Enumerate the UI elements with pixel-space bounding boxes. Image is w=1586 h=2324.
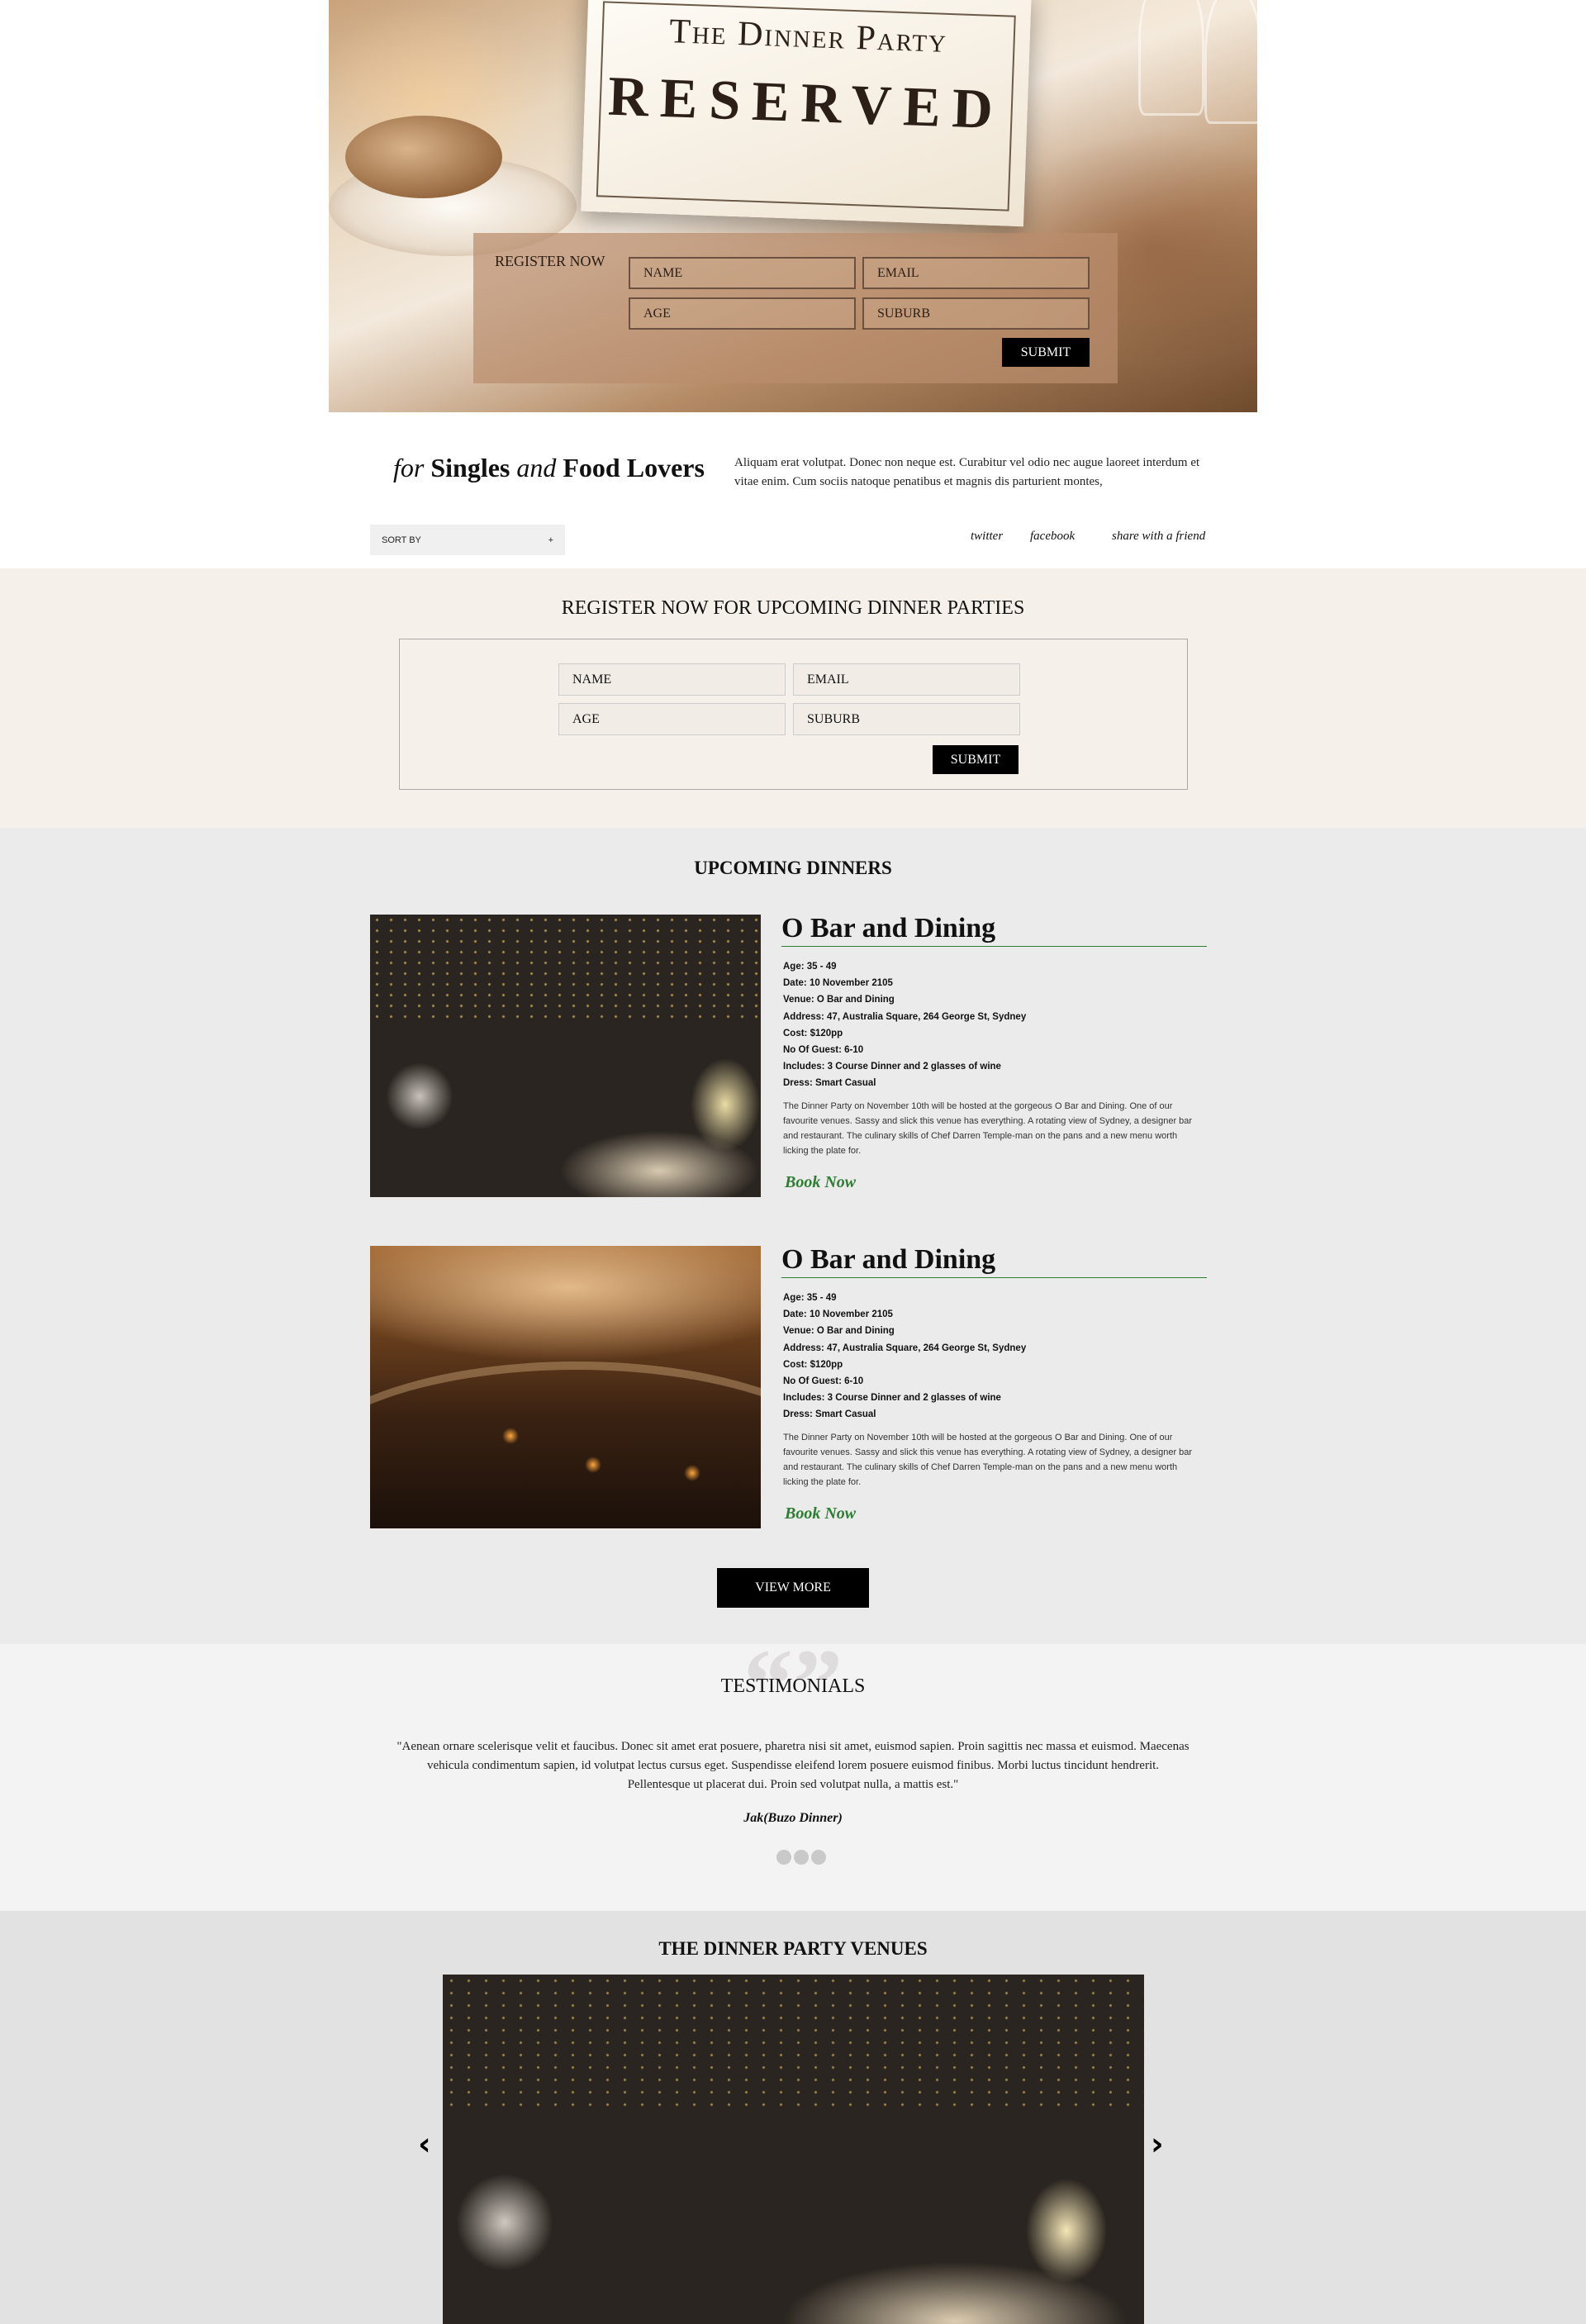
venue-photo	[370, 1246, 761, 1528]
register-section: REGISTER NOW FOR UPCOMING DINNER PARTIES…	[0, 568, 1586, 828]
dinner-description: The Dinner Party on November 10th will b…	[783, 1432, 1193, 1487]
dinner-dress: Dress: Smart Casual	[783, 1078, 876, 1089]
upcoming-title: UPCOMING DINNERS	[694, 858, 892, 878]
dinner-guests: No Of Guest: 6-10	[783, 1376, 864, 1387]
plus-icon: +	[548, 535, 553, 545]
testimonials-section: “” TESTIMONIALS "Aenean ornare scelerisq…	[0, 1634, 1586, 1911]
dinner-address: Address: 47, Australia Square, 264 Georg…	[783, 1011, 1027, 1022]
dinner-guests: No Of Guest: 6-10	[783, 1045, 864, 1056]
tagline-description: Aliquam erat volutpat. Donec non neque e…	[734, 456, 1200, 488]
sort-by-label: SORT BY	[382, 535, 421, 545]
book-now-link[interactable]: Book Now	[785, 1173, 856, 1192]
suburb-field[interactable]	[862, 297, 1090, 330]
wine-glass-decoration	[1204, 0, 1257, 124]
register-now-label: REGISTER NOW	[495, 253, 605, 269]
carousel-dot[interactable]	[811, 1850, 826, 1865]
dinner-venue: Venue: O Bar and Dining	[783, 995, 895, 1005]
reserved-card: The Dinner Party RESERVED	[581, 0, 1032, 227]
dinner-date: Date: 10 November 2105	[783, 1309, 893, 1320]
register-title: REGISTER NOW FOR UPCOMING DINNER PARTIES	[561, 597, 1025, 619]
dinner-title: O Bar and Dining	[781, 913, 1207, 947]
view-more-button[interactable]: VIEW MORE	[717, 1568, 869, 1608]
dinner-age: Age: 35 - 49	[783, 1293, 837, 1303]
testimonial-text: "Aenean ornare scelerisque velit et fauc…	[396, 1740, 1190, 1791]
name-field[interactable]	[629, 257, 856, 289]
dinner-description: The Dinner Party on November 10th will b…	[783, 1100, 1193, 1156]
dinner-date: Date: 10 November 2105	[783, 978, 893, 989]
bread-decoration	[345, 116, 502, 198]
dinner-title: O Bar and Dining	[781, 1244, 1207, 1278]
email-field[interactable]	[793, 663, 1020, 696]
age-field[interactable]	[629, 297, 856, 330]
dinner-includes: Includes: 3 Course Dinner and 2 glasses …	[783, 1062, 1001, 1072]
suburb-field[interactable]	[793, 703, 1020, 735]
dinner-address: Address: 47, Australia Square, 264 Georg…	[783, 1343, 1027, 1353]
book-now-link[interactable]: Book Now	[785, 1504, 856, 1523]
hero-banner: The Dinner Party RESERVED REGISTER NOW S…	[329, 0, 1257, 412]
dinner-cost: Cost: $120pp	[783, 1359, 843, 1370]
dinner-includes: Includes: 3 Course Dinner and 2 glasses …	[783, 1393, 1001, 1404]
dinner-details: Age: 35 - 49 Date: 10 November 2105 Venu…	[781, 958, 1207, 1092]
dinner-venue: Venue: O Bar and Dining	[783, 1326, 895, 1337]
dinner-card: O Bar and Dining Age: 35 - 49 Date: 10 N…	[370, 913, 1216, 1197]
venue-slider-image	[443, 1975, 1144, 2324]
dinner-cost: Cost: $120pp	[783, 1028, 843, 1038]
venues-section: THE DINNER PARTY VENUES	[0, 1911, 1586, 2324]
age-field[interactable]	[558, 703, 786, 735]
share-link[interactable]: share with a friend	[1112, 530, 1205, 544]
venues-title: THE DINNER PARTY VENUES	[658, 1938, 928, 1959]
dinner-card: O Bar and Dining Age: 35 - 49 Date: 10 N…	[370, 1244, 1216, 1528]
carousel-dots	[776, 1850, 826, 1865]
email-field[interactable]	[862, 257, 1090, 289]
submit-button[interactable]: SUBMIT	[933, 745, 1019, 774]
carousel-dot[interactable]	[776, 1850, 791, 1865]
facebook-link[interactable]: facebook	[1030, 530, 1075, 544]
testimonials-title: TESTIMONIALS	[720, 1675, 866, 1697]
tagline: for Singles and Food Lovers	[393, 453, 705, 482]
name-field[interactable]	[558, 663, 786, 696]
dinner-details: Age: 35 - 49 Date: 10 November 2105 Venu…	[781, 1290, 1207, 1423]
wine-glass-decoration	[1138, 0, 1204, 116]
hero-register-form: REGISTER NOW SUBMIT	[473, 233, 1118, 383]
sort-by-dropdown[interactable]: SORT BY +	[370, 525, 565, 555]
carousel-dot[interactable]	[794, 1850, 809, 1865]
chevron-right-icon[interactable]: ›	[1151, 2126, 1164, 2162]
upcoming-dinners-section: UPCOMING DINNERS O Bar and Dining Age: 3…	[0, 828, 1586, 1644]
register-form: SUBMIT	[399, 639, 1188, 790]
venue-photo	[370, 915, 761, 1197]
submit-button[interactable]: SUBMIT	[1002, 338, 1090, 367]
testimonial-author: Jak(Buzo Dinner)	[743, 1811, 843, 1825]
dinner-dress: Dress: Smart Casual	[783, 1409, 876, 1420]
dinner-age: Age: 35 - 49	[783, 962, 837, 972]
chevron-left-icon[interactable]: ‹	[418, 2126, 431, 2162]
twitter-link[interactable]: twitter	[971, 530, 1003, 544]
